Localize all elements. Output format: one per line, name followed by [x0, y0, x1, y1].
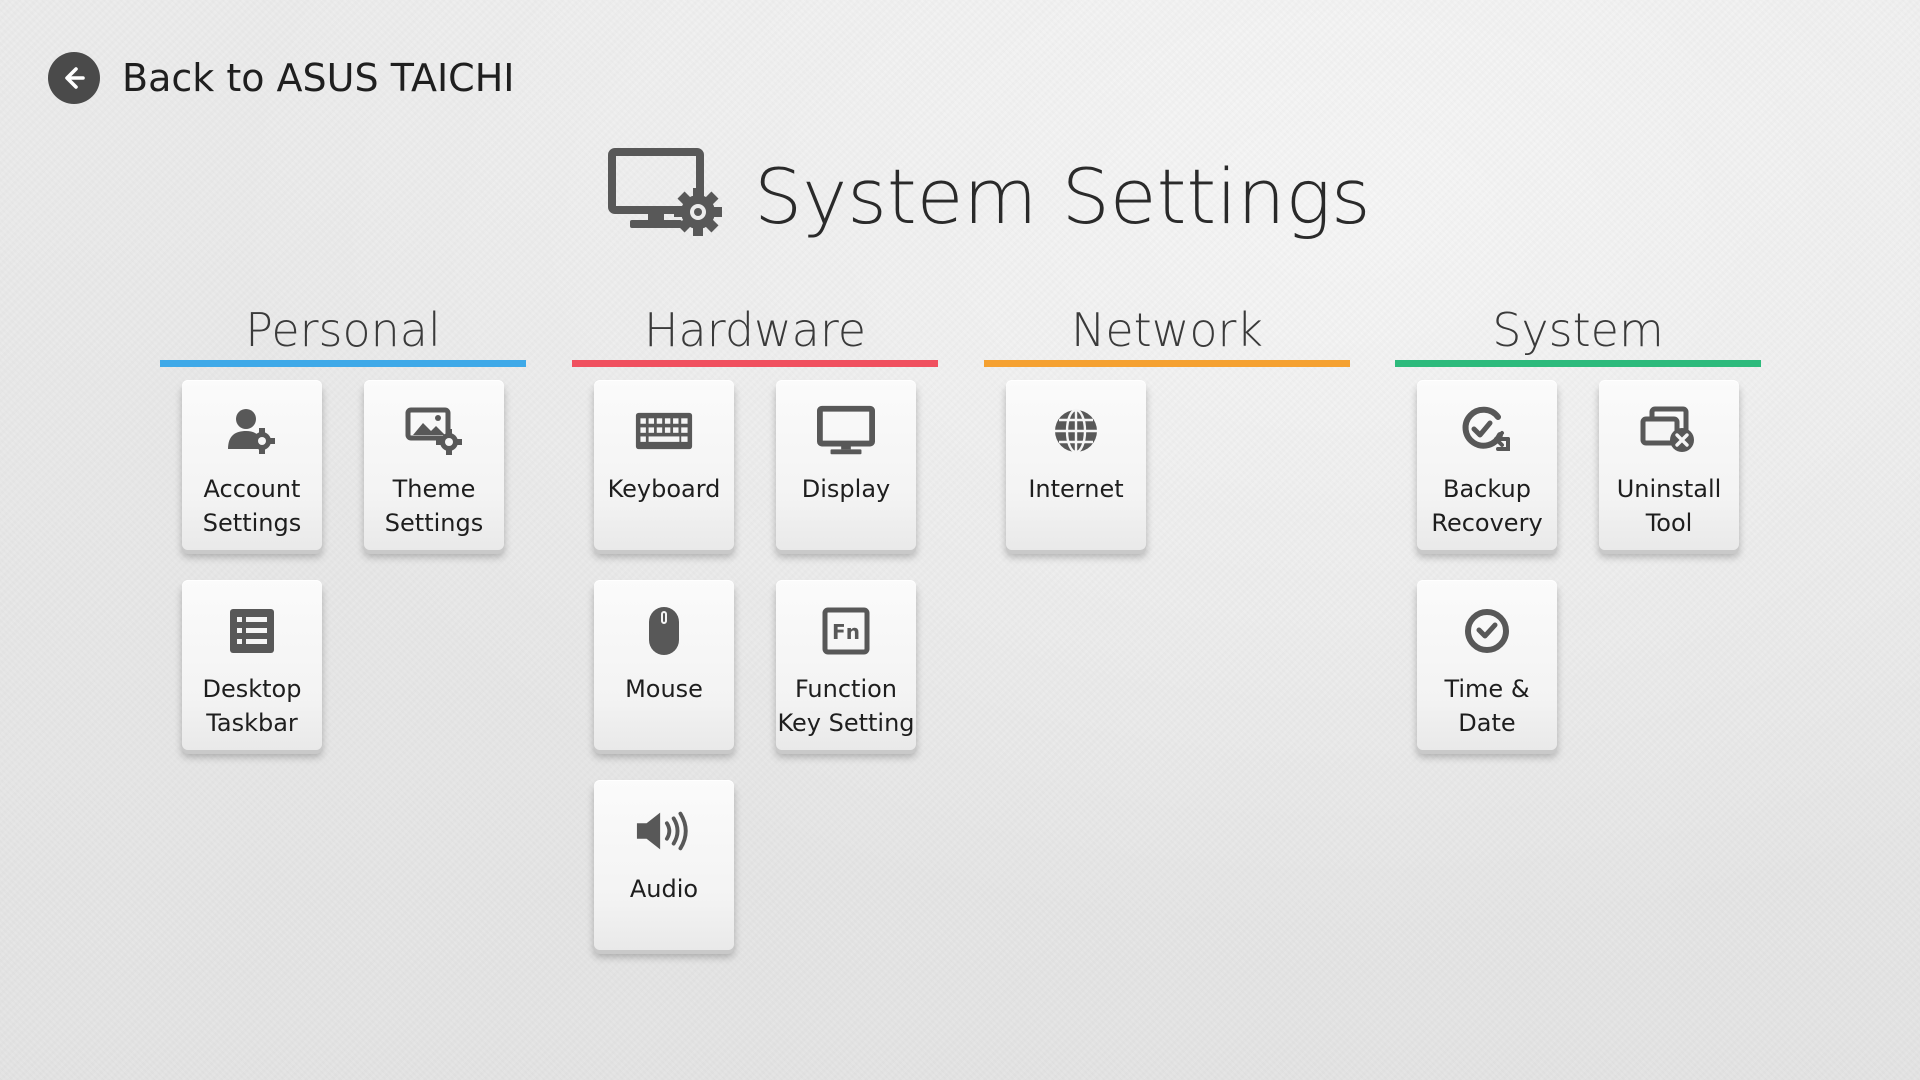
tile-label: Keyboard [607, 475, 721, 503]
category-system: System [1395, 300, 1761, 367]
user-gear-icon [223, 402, 281, 460]
tile-display[interactable]: Display [776, 380, 916, 550]
tile-label: Mouse [625, 675, 703, 703]
backup-icon [1458, 402, 1516, 460]
category-underline [160, 360, 526, 367]
tile-label: Function Key Setting [777, 675, 915, 737]
list-icon [223, 602, 281, 660]
tile-label: Account Settings [202, 475, 302, 537]
monitor-gear-icon [608, 148, 728, 244]
category-title: Network [1070, 303, 1264, 357]
back-button[interactable]: Back to ASUS TAICHI [48, 52, 514, 104]
tile-label: Theme Settings [384, 475, 484, 537]
tile-theme-settings[interactable]: Theme Settings [364, 380, 504, 550]
page-header: System Settings [608, 148, 1371, 244]
image-gear-icon [405, 402, 463, 460]
tile-label: Audio [629, 875, 699, 903]
category-title: System [1492, 303, 1664, 357]
category-hardware: Hardware [572, 300, 938, 367]
tile-audio[interactable]: Audio [594, 780, 734, 950]
keyboard-icon [635, 402, 693, 460]
arrow-left-icon[interactable] [48, 52, 100, 104]
clock-icon [1458, 602, 1516, 660]
tile-desktop-taskbar[interactable]: Desktop Taskbar [182, 580, 322, 750]
tile-label: Display [801, 475, 891, 503]
category-title: Personal [245, 303, 441, 357]
fn-key-icon: Fn [817, 602, 875, 660]
tile-mouse[interactable]: Mouse [594, 580, 734, 750]
speaker-icon [635, 802, 693, 860]
page-title: System Settings [754, 151, 1371, 241]
category-underline [1395, 360, 1761, 367]
tile-label: Time & Date [1444, 675, 1530, 737]
tile-function-key-setting[interactable]: Fn Function Key Setting [776, 580, 916, 750]
back-label[interactable]: Back to ASUS TAICHI [122, 56, 514, 100]
mouse-icon [635, 602, 693, 660]
category-personal: Personal [160, 300, 526, 367]
category-underline [984, 360, 1350, 367]
tile-time-date[interactable]: Time & Date [1417, 580, 1557, 750]
svg-text:Fn: Fn [832, 620, 860, 644]
tile-internet[interactable]: Internet [1006, 380, 1146, 550]
category-underline [572, 360, 938, 367]
uninstall-icon [1640, 402, 1698, 460]
tile-backup-recovery[interactable]: Backup Recovery [1417, 380, 1557, 550]
tile-keyboard[interactable]: Keyboard [594, 380, 734, 550]
tile-label: Desktop Taskbar [202, 675, 302, 737]
globe-icon [1047, 402, 1105, 460]
category-network: Network [984, 300, 1350, 367]
tile-label: Internet [1028, 475, 1124, 503]
tile-account-settings[interactable]: Account Settings [182, 380, 322, 550]
category-title: Hardware [643, 303, 867, 357]
tile-label: Backup Recovery [1431, 475, 1543, 537]
monitor-icon [817, 402, 875, 460]
tile-label: Uninstall Tool [1616, 475, 1722, 537]
tile-uninstall-tool[interactable]: Uninstall Tool [1599, 380, 1739, 550]
